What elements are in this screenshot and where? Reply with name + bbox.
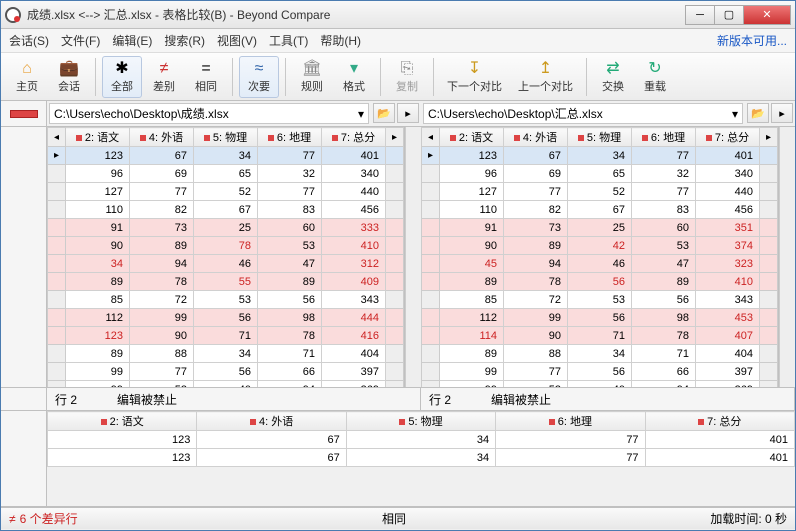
diff-count: 6 个差异行 [20, 510, 78, 527]
table-row[interactable]: 89883471404 [48, 345, 404, 363]
detail-header: 行 2 编辑被禁止 行 2 编辑被禁止 [1, 387, 795, 411]
col-header[interactable]: 2: 语文 [48, 412, 197, 431]
left-edit-status: 编辑被禁止 [117, 391, 177, 408]
menu-help[interactable]: 帮助(H) [320, 32, 361, 49]
col-header[interactable]: 6: 地理 [631, 128, 695, 147]
menu-session[interactable]: 会话(S) [9, 32, 49, 49]
table-row[interactable]: 112995698444 [48, 309, 404, 327]
col-header[interactable]: 2: 语文 [66, 128, 130, 147]
table-row[interactable]: 127775277440 [422, 183, 778, 201]
diff-button[interactable]: ≠差别 [144, 56, 184, 98]
menu-search[interactable]: 搜索(R) [164, 32, 205, 49]
table-row[interactable]: 123673477401 [48, 449, 795, 467]
scrollbar[interactable] [779, 127, 795, 387]
table-row[interactable]: 89883471404 [422, 345, 778, 363]
table-row[interactable]: 89785689410 [422, 273, 778, 291]
path-row: C:\Users\echo\Desktop\成绩.xlsx▾ 📂▸ C:\Use… [1, 101, 795, 127]
table-row[interactable]: ▸123673477401 [422, 147, 778, 165]
table-row[interactable]: 99775666397 [48, 363, 404, 381]
menu-bar: 会话(S) 文件(F) 编辑(E) 搜索(R) 视图(V) 工具(T) 帮助(H… [1, 29, 795, 53]
table-row[interactable]: 91732560351 [422, 219, 778, 237]
table-row[interactable]: 127775277440 [48, 183, 404, 201]
table-row[interactable]: 123907178416 [48, 327, 404, 345]
col-header[interactable]: 5: 物理 [346, 412, 495, 431]
table-row[interactable]: 123673477401 [48, 431, 795, 449]
table-row[interactable]: 114907178407 [422, 327, 778, 345]
col-header[interactable]: 7: 总分 [695, 128, 759, 147]
col-header[interactable]: 6: 地理 [496, 412, 645, 431]
left-path-input[interactable]: C:\Users\echo\Desktop\成绩.xlsx▾ [49, 103, 369, 124]
load-time: 加载时间: 0 秒 [710, 510, 787, 527]
left-browse-button[interactable]: 📂 [373, 103, 395, 123]
col-header[interactable]: 5: 物理 [194, 128, 258, 147]
table-row[interactable]: 96696532340 [422, 165, 778, 183]
reload-button[interactable]: ↻重载 [635, 56, 675, 98]
left-grid[interactable]: ◂2: 语文4: 外语5: 物理6: 地理7: 总分▸▸123673477401… [47, 127, 405, 387]
window-title: 成绩.xlsx <--> 汇总.xlsx - 表格比较(B) - Beyond … [27, 6, 686, 23]
table-row[interactable]: 91732560333 [48, 219, 404, 237]
table-row[interactable]: 90897853410 [48, 237, 404, 255]
col-header[interactable]: 5: 物理 [568, 128, 632, 147]
table-row[interactable]: 99534094369 [48, 381, 404, 388]
table-row[interactable]: 96696532340 [48, 165, 404, 183]
table-row[interactable]: 85725356343 [48, 291, 404, 309]
table-row[interactable]: 89785589409 [48, 273, 404, 291]
session-button[interactable]: 💼会话 [49, 56, 89, 98]
left-arrow-button[interactable]: ▸ [397, 103, 419, 123]
table-row[interactable]: 90894253374 [422, 237, 778, 255]
diff-indicator-icon [10, 110, 38, 118]
right-arrow-button[interactable]: ▸ [771, 103, 793, 123]
app-icon [5, 7, 21, 23]
table-row[interactable]: ▸123673477401 [48, 147, 404, 165]
same-button[interactable]: =相同 [186, 56, 226, 98]
col-header[interactable]: 4: 外语 [197, 412, 346, 431]
col-header[interactable]: 7: 总分 [321, 128, 385, 147]
col-header[interactable]: 6: 地理 [257, 128, 321, 147]
left-row-label: 行 2 [55, 391, 77, 408]
table-row[interactable]: 99775666397 [422, 363, 778, 381]
table-row[interactable]: 110826783456 [422, 201, 778, 219]
all-button[interactable]: ✱全部 [102, 56, 142, 98]
rules-button[interactable]: 🏛规则 [292, 56, 332, 98]
col-header[interactable]: 7: 总分 [645, 412, 794, 431]
table-row[interactable]: 112995698453 [422, 309, 778, 327]
minimize-button[interactable]: ─ [685, 5, 715, 25]
toolbar: ⌂主页 💼会话 ✱全部 ≠差别 =相同 ≈次要 🏛规则 ▾格式 ⎘复制 ↧下一个… [1, 53, 795, 101]
table-row[interactable]: 45944647323 [422, 255, 778, 273]
col-header[interactable]: 4: 外语 [504, 128, 568, 147]
menu-file[interactable]: 文件(F) [61, 32, 100, 49]
col-header[interactable]: 2: 语文 [440, 128, 504, 147]
maximize-button[interactable]: ▢ [714, 5, 744, 25]
right-browse-button[interactable]: 📂 [747, 103, 769, 123]
scrollbar[interactable] [405, 127, 421, 387]
right-grid[interactable]: ◂2: 语文4: 外语5: 物理6: 地理7: 总分▸▸123673477401… [421, 127, 779, 387]
right-row-label: 行 2 [429, 391, 451, 408]
new-version-link[interactable]: 新版本可用... [717, 32, 787, 49]
table-row[interactable]: 110826783456 [48, 201, 404, 219]
title-bar: 成绩.xlsx <--> 汇总.xlsx - 表格比较(B) - Beyond … [1, 1, 795, 29]
status-same: 相同 [78, 510, 711, 527]
prev-diff-button[interactable]: ↥上一个对比 [511, 56, 580, 98]
detail-grid[interactable]: 2: 语文4: 外语5: 物理6: 地理7: 总分123673477401123… [47, 411, 795, 506]
col-header[interactable]: 4: 外语 [130, 128, 194, 147]
menu-view[interactable]: 视图(V) [217, 32, 257, 49]
compare-grids: ◂2: 语文4: 外语5: 物理6: 地理7: 总分▸▸123673477401… [1, 127, 795, 387]
table-row[interactable]: 34944647312 [48, 255, 404, 273]
copy-button[interactable]: ⎘复制 [387, 56, 427, 98]
status-bar: ≠ 6 个差异行 相同 加载时间: 0 秒 [1, 507, 795, 529]
detail-panel: 2: 语文4: 外语5: 物理6: 地理7: 总分123673477401123… [1, 411, 795, 507]
close-button[interactable]: ✕ [743, 5, 791, 25]
menu-edit[interactable]: 编辑(E) [112, 32, 152, 49]
format-button[interactable]: ▾格式 [334, 56, 374, 98]
right-path-input[interactable]: C:\Users\echo\Desktop\汇总.xlsx▾ [423, 103, 743, 124]
right-edit-status: 编辑被禁止 [491, 391, 551, 408]
menu-tools[interactable]: 工具(T) [269, 32, 308, 49]
next-diff-button[interactable]: ↧下一个对比 [440, 56, 509, 98]
table-row[interactable]: 85725356343 [422, 291, 778, 309]
table-row[interactable]: 99534094369 [422, 381, 778, 388]
minor-button[interactable]: ≈次要 [239, 56, 279, 98]
not-equal-icon: ≠ [9, 512, 16, 526]
swap-button[interactable]: ⇄交换 [593, 56, 633, 98]
home-button[interactable]: ⌂主页 [7, 56, 47, 98]
